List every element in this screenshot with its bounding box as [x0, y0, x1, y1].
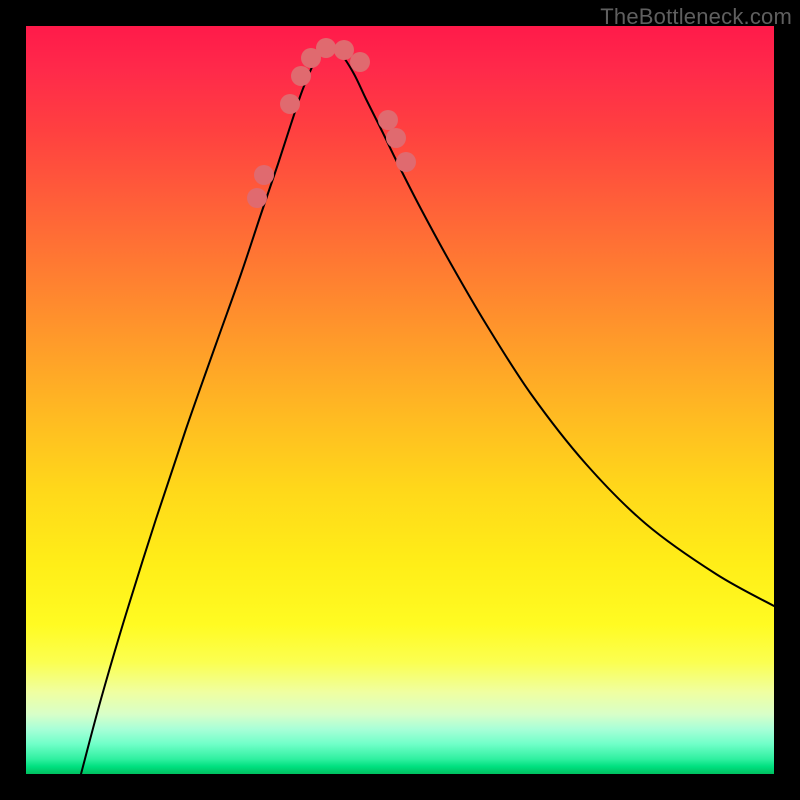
- chart-overlay: [26, 26, 774, 774]
- highlighted-point: [280, 94, 300, 114]
- highlighted-point: [291, 66, 311, 86]
- highlighted-point: [378, 110, 398, 130]
- highlighted-point: [396, 152, 416, 172]
- highlighted-point: [386, 128, 406, 148]
- bottleneck-curve: [81, 47, 774, 774]
- watermark-text: TheBottleneck.com: [600, 4, 792, 30]
- highlighted-point: [350, 52, 370, 72]
- highlighted-point: [334, 40, 354, 60]
- highlighted-point: [247, 188, 267, 208]
- highlighted-point: [254, 165, 274, 185]
- highlighted-point: [316, 38, 336, 58]
